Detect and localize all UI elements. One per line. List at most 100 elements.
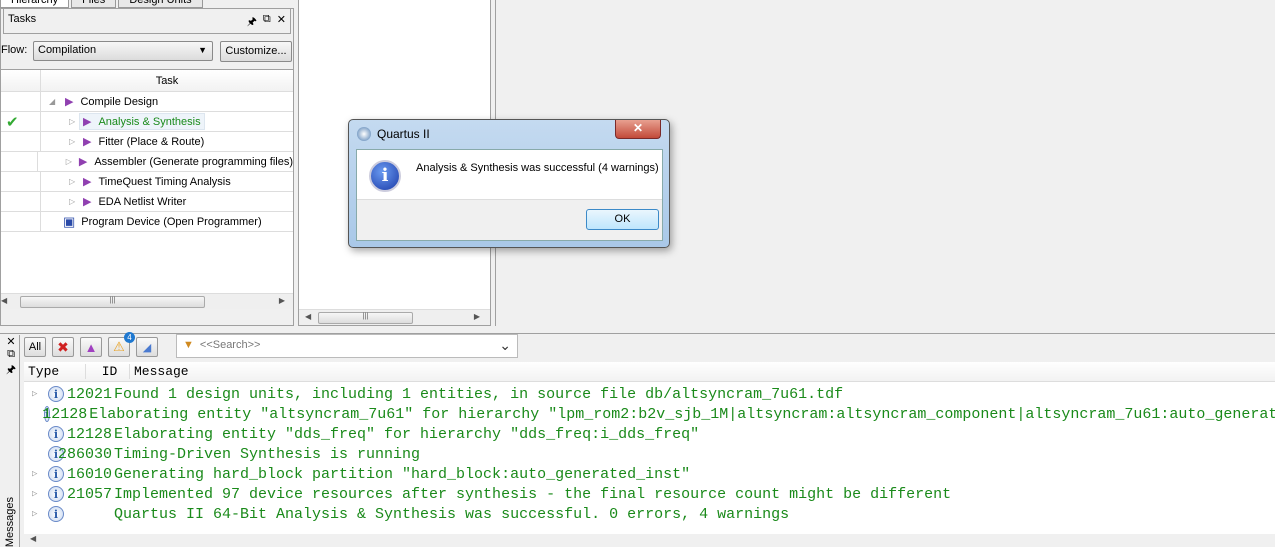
message-id: 12021 <box>66 385 112 403</box>
error-filter-button[interactable]: ✖ <box>52 337 74 357</box>
message-id: 16010 <box>66 465 112 483</box>
messages-sidebar: ✕ ⧉ 🖈︎ Messages <box>3 335 20 547</box>
filter-all-label: All <box>28 341 42 353</box>
dialog-title: Quartus II <box>377 127 430 141</box>
float-icon[interactable]: ⧉ <box>263 13 271 32</box>
play-icon: ▶ <box>83 196 92 208</box>
horizontal-scrollbar[interactable]: ◀ ||| ▶ <box>299 309 490 325</box>
warning-icon: ⚠ <box>113 339 125 354</box>
flow-value: Compilation <box>38 44 97 56</box>
tasks-title: Tasks <box>8 13 37 25</box>
message-text: Elaborating entity "dds_freq" for hierar… <box>114 425 700 443</box>
expand-icon[interactable]: ▷ <box>69 177 79 186</box>
tab-files[interactable]: Files <box>71 0 117 8</box>
message-list: Type ID Message ▷ i 12021 Found 1 design un… <box>24 362 1275 534</box>
message-row[interactable]: ▷ i 21057 Implemented 97 device resources a… <box>24 484 1275 504</box>
checkmark-icon: ✔ <box>1 111 41 132</box>
play-icon: ▶ <box>83 136 92 148</box>
play-icon: ▶ <box>83 116 92 128</box>
error-icon: ✖ <box>57 338 69 355</box>
message-text: Timing-Driven Synthesis is running <box>114 445 421 463</box>
expand-icon[interactable]: ▷ <box>69 137 79 146</box>
warning-count-badge: 4 <box>124 332 135 343</box>
expand-icon[interactable]: ▷ <box>24 509 37 519</box>
message-text: Implemented 97 device resources after sy… <box>114 485 952 503</box>
task-table: Task ◢ ▶ Compile Design ✔ ▷ ▶ Analysis & Synt… <box>1 69 293 309</box>
horizontal-scrollbar[interactable]: ◀ ||| ▶ <box>1 293 293 309</box>
message-id: 12128 <box>66 425 112 443</box>
task-row[interactable]: ▷ ▶ EDA Netlist Writer <box>1 191 293 212</box>
message-row[interactable]: i 12128 Elaborating entity "altsyncram_7u6… <box>24 404 1275 424</box>
filter-funnel-icon: ▼ <box>183 339 194 351</box>
task-row[interactable]: ▷ ▶ TimeQuest Timing Analysis <box>1 171 293 192</box>
search-placeholder: <<Search>> <box>199 339 261 351</box>
task-row[interactable]: ◢ ▶ Compile Design <box>1 91 293 112</box>
column-type[interactable]: Type <box>24 364 86 379</box>
pin-icon[interactable]: 🖈︎ <box>247 13 257 32</box>
filter-all-button[interactable]: All <box>24 337 46 357</box>
collapse-icon[interactable]: ◢ <box>49 97 59 106</box>
message-row[interactable]: i 286030 Timing-Driven Synthesis is runnin… <box>24 444 1275 464</box>
expand-icon[interactable]: ▷ <box>24 469 37 479</box>
column-message[interactable]: Message <box>130 364 189 379</box>
message-id: 12128 <box>42 405 88 423</box>
close-icon[interactable]: ✕ <box>277 13 286 32</box>
message-row[interactable]: ▷ i 12021 Found 1 design units, including 1… <box>24 384 1275 404</box>
flow-label: Flow: <box>1 44 28 56</box>
column-id[interactable]: ID <box>86 364 130 379</box>
expand-icon[interactable]: ▷ <box>24 389 37 399</box>
task-label: EDA Netlist Writer <box>98 195 187 208</box>
ok-button[interactable]: OK <box>586 209 659 230</box>
float-icon[interactable]: ⧉ <box>3 348 19 361</box>
tab-design-units[interactable]: Design Units <box>118 0 203 8</box>
expand-icon[interactable]: ▷ <box>69 117 79 126</box>
dialog-message: Analysis & Synthesis was successful (4 w… <box>416 162 659 174</box>
critical-warning-icon: ▲ <box>84 339 98 355</box>
message-list-header: Type ID Message <box>24 362 1275 382</box>
close-icon[interactable]: ✕ <box>3 335 19 348</box>
quartus-dialog: Quartus II ✕ i Analysis & Synthesis was … <box>348 119 670 248</box>
task-row[interactable]: ▷ ▶ Fitter (Place & Route) <box>1 131 293 152</box>
task-row[interactable]: ▣ Program Device (Open Programmer) <box>1 211 293 232</box>
task-label: Fitter (Place & Route) <box>98 135 205 148</box>
quartus-logo-icon <box>357 127 371 141</box>
dialog-close-button[interactable]: ✕ <box>615 120 661 139</box>
chevron-down-icon[interactable]: ⌄ <box>499 337 511 354</box>
task-label: Program Device (Open Programmer) <box>81 215 262 228</box>
message-text: Elaborating entity "altsyncram_7u61" for… <box>89 405 1275 423</box>
suppressed-icon: ◢ <box>142 341 152 354</box>
pin-icon[interactable]: 🖈︎ <box>3 361 19 380</box>
message-row[interactable]: ▷ i 16010 Generating hard_block partition "… <box>24 464 1275 484</box>
play-icon: ▶ <box>78 156 88 168</box>
dropdown-arrow-icon: ▼ <box>198 45 207 55</box>
tasks-header: Tasks 🖈︎ ⧉ ✕ <box>3 8 291 34</box>
tab-hierarchy[interactable]: Hierarchy <box>0 0 70 8</box>
message-text: Found 1 design units, including 1 entiti… <box>114 385 844 403</box>
suppressed-filter-button[interactable]: ◢ <box>136 337 158 357</box>
programmer-icon: ▣ <box>63 213 76 229</box>
message-row[interactable]: ▷ i Quartus II 64-Bit Analysis & Synthesis… <box>24 504 1275 524</box>
expand-icon[interactable]: ▷ <box>24 489 37 499</box>
task-row[interactable]: ▷ ▶ Assembler (Generate programming files) <box>1 152 293 172</box>
messages-label: Messages <box>4 496 16 547</box>
task-row[interactable]: ✔ ▷ ▶ Analysis & Synthesis <box>1 111 293 132</box>
task-table-header: Task <box>1 70 293 92</box>
message-id: 286030 <box>57 445 112 463</box>
flow-select[interactable]: Compilation ▼ <box>33 41 213 61</box>
play-icon: ▶ <box>65 96 74 108</box>
customize-button[interactable]: Customize... <box>220 41 292 62</box>
message-row[interactable]: i 12128 Elaborating entity "dds_freq" for … <box>24 424 1275 444</box>
expand-icon[interactable]: ▷ <box>66 157 75 166</box>
info-icon: i <box>48 506 64 522</box>
warning-filter-button[interactable]: ⚠ 4 <box>108 332 135 357</box>
message-text: Generating hard_block partition "hard_bl… <box>114 465 691 483</box>
info-icon: i <box>369 160 401 192</box>
message-search-input[interactable]: ▼ <<Search>> ⌄ <box>176 334 518 358</box>
task-label: TimeQuest Timing Analysis <box>98 175 231 188</box>
task-label: Compile Design <box>80 95 159 108</box>
task-label: Assembler (Generate programming files) <box>94 155 293 168</box>
message-horizontal-scrollbar[interactable]: ◀ <box>24 534 1275 547</box>
critical-warning-filter-button[interactable]: ▲ <box>80 337 102 357</box>
message-filter-toolbar: All ✖ ▲ ⚠ 4 ◢ <box>24 332 158 359</box>
expand-icon[interactable]: ▷ <box>69 197 79 206</box>
